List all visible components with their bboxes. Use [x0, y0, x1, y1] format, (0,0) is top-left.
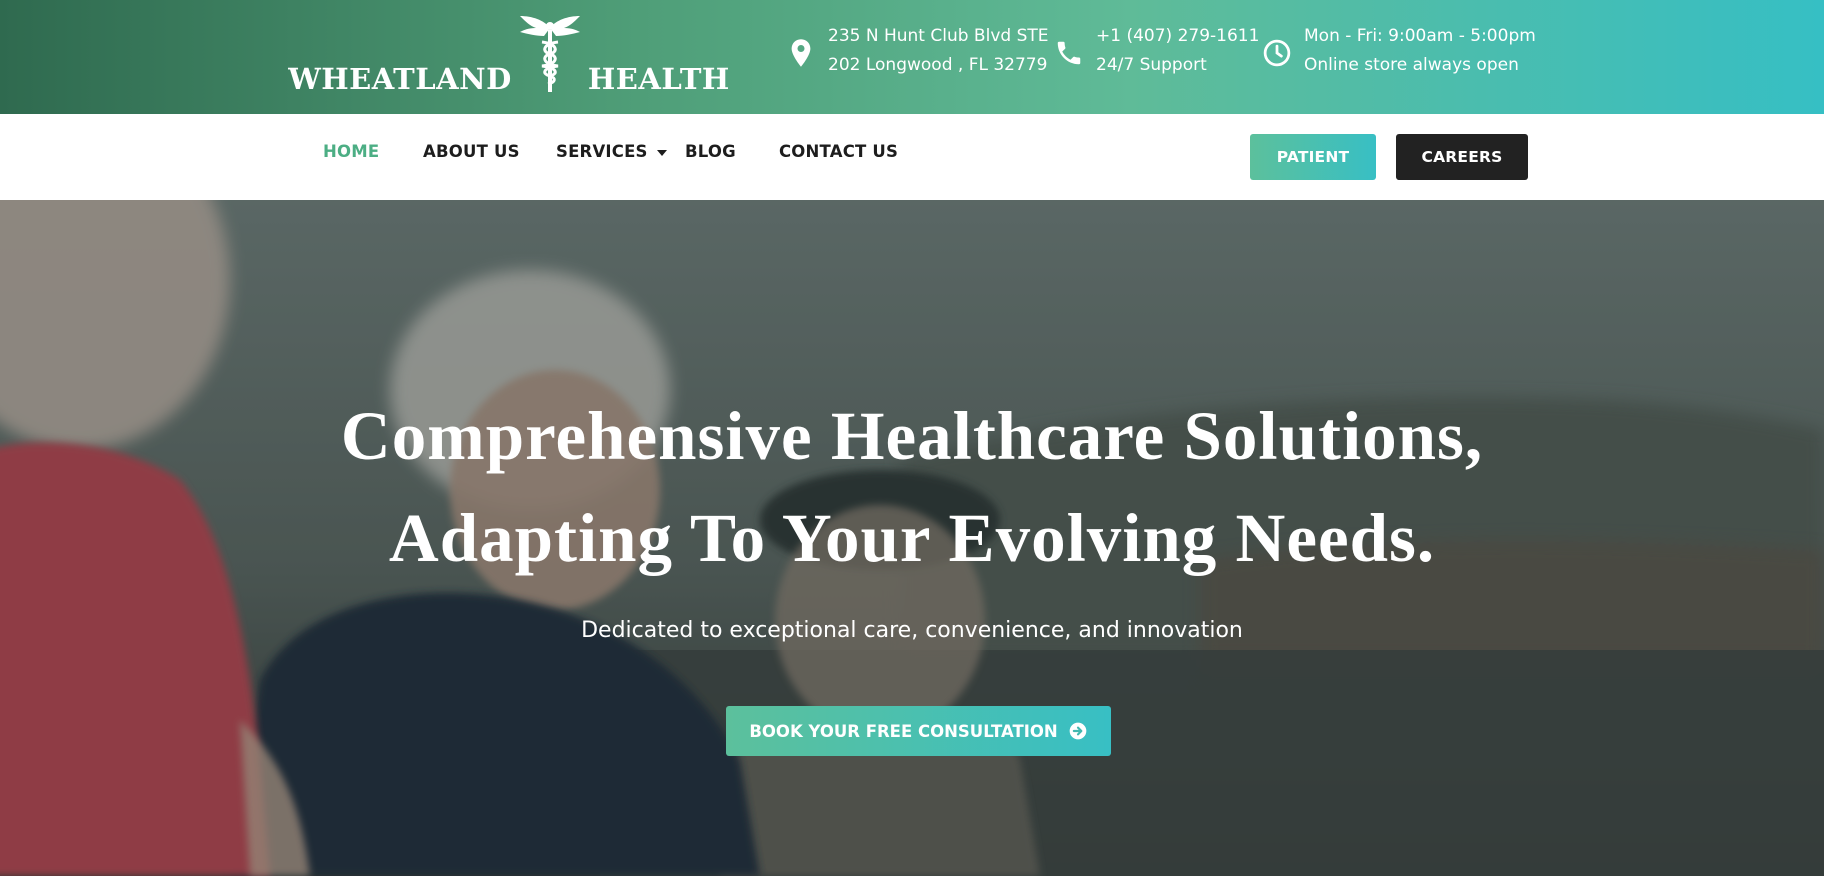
- hours-line-1: Mon - Fri: 9:00am - 5:00pm: [1304, 26, 1536, 46]
- hero-title-line-2: Adapting To Your Evolving Needs.: [388, 500, 1436, 576]
- main-navigation: HOME ABOUT US SERVICES BLOG CONTACT US P…: [0, 114, 1824, 200]
- logo-text-right: HEALTH: [587, 62, 730, 96]
- phone-number[interactable]: +1 (407) 279-1611: [1096, 24, 1259, 48]
- hours-line-2: Online store always open: [1304, 55, 1519, 75]
- nav-item-blog[interactable]: BLOG: [685, 142, 736, 161]
- chevron-down-icon: [656, 149, 667, 156]
- support-text: 24/7 Support: [1096, 55, 1207, 75]
- hero-title-line-1: Comprehensive Healthcare Solutions,: [340, 398, 1484, 474]
- top-info-bar: WHEATLAND HEALTH 235 N Hunt Club Blvd ST…: [0, 0, 1824, 114]
- patient-button[interactable]: PATIENT: [1250, 134, 1376, 180]
- book-consultation-button[interactable]: BOOK YOUR FREE CONSULTATION: [726, 706, 1111, 756]
- nav-item-services[interactable]: SERVICES: [556, 142, 667, 161]
- location-pin-icon: [791, 39, 811, 67]
- book-consultation-label: BOOK YOUR FREE CONSULTATION: [749, 721, 1058, 741]
- hero-section: Comprehensive Healthcare Solutions, Adap…: [0, 200, 1824, 876]
- phone-icon: [1057, 41, 1081, 65]
- nav-item-services-label: SERVICES: [556, 142, 648, 161]
- nav-item-home[interactable]: HOME: [323, 142, 379, 161]
- address-line-1: 235 N Hunt Club Blvd STE: [828, 26, 1049, 46]
- site-logo[interactable]: WHEATLAND HEALTH: [288, 16, 729, 96]
- logo-text-left: WHEATLAND: [288, 62, 512, 96]
- arrow-circle-right-icon: [1069, 722, 1087, 740]
- clock-icon: [1263, 39, 1291, 67]
- address-info: 235 N Hunt Club Blvd STE 202 Longwood , …: [786, 24, 1049, 77]
- logo-wordmark: WHEATLAND HEALTH: [288, 14, 730, 96]
- nav-item-contact-us[interactable]: CONTACT US: [779, 142, 898, 161]
- phone-info: +1 (407) 279-1611 24/7 Support: [1054, 24, 1259, 77]
- address-line-2: 202 Longwood , FL 32779: [828, 55, 1048, 75]
- nav-item-about-us[interactable]: ABOUT US: [423, 142, 520, 161]
- hero-subtitle: Dedicated to exceptional care, convenien…: [581, 618, 1243, 643]
- hours-info: Mon - Fri: 9:00am - 5:00pm Online store …: [1262, 24, 1536, 77]
- careers-button[interactable]: CAREERS: [1396, 134, 1528, 180]
- caduceus-icon: [519, 16, 580, 92]
